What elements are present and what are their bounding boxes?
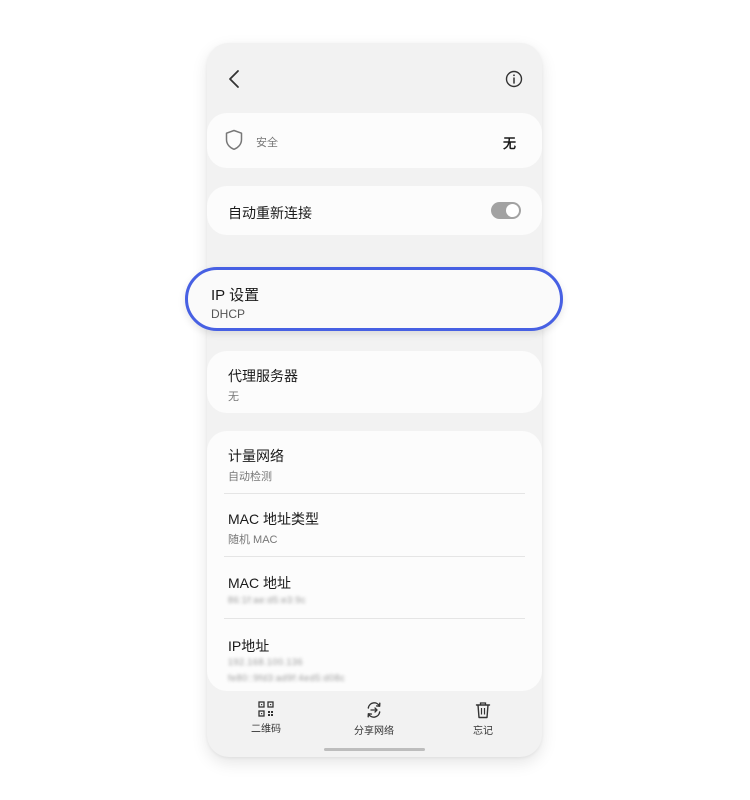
divider xyxy=(224,493,525,494)
ip-settings-title: IP 设置 xyxy=(211,287,260,304)
home-indicator xyxy=(324,748,425,751)
mac-address-title: MAC 地址 xyxy=(228,575,291,591)
auto-reconnect-row[interactable]: 自动重新连接 xyxy=(207,186,542,235)
info-button[interactable] xyxy=(502,67,526,91)
ip-address-v4: 192.168.100.136 xyxy=(228,657,304,667)
metered-title: 计量网络 xyxy=(228,448,284,464)
back-button[interactable] xyxy=(223,67,245,91)
chevron-left-icon xyxy=(229,70,239,88)
bottom-action-bar: 二维码 分享网络 忘记 xyxy=(207,693,542,757)
mac-type-value: 随机 MAC xyxy=(228,534,278,546)
forget-button[interactable]: 忘记 xyxy=(443,701,523,737)
auto-reconnect-label: 自动重新连接 xyxy=(228,205,312,221)
auto-reconnect-toggle[interactable] xyxy=(491,202,521,219)
security-value: 无 xyxy=(502,136,516,151)
mac-type-title: MAC 地址类型 xyxy=(228,511,319,527)
divider xyxy=(224,618,525,619)
toggle-knob xyxy=(506,204,519,217)
wifi-details-screen: 安全 无 自动重新连接 代理服务器 无 计量网络 自动检测 MAC 地址类型 随… xyxy=(207,43,542,757)
qr-code-button[interactable]: 二维码 xyxy=(226,701,306,735)
ip-settings-value: DHCP xyxy=(211,307,246,321)
network-details-card: 计量网络 自动检测 MAC 地址类型 随机 MAC MAC 地址 86:1f:a… xyxy=(207,431,542,691)
ip-address-v6: fe80::9fd3:ad9f:4ed5:d08c xyxy=(228,673,346,683)
security-row[interactable]: 安全 无 xyxy=(207,113,542,168)
share-network-label: 分享网络 xyxy=(354,726,394,737)
info-icon xyxy=(505,70,523,88)
proxy-title: 代理服务器 xyxy=(228,368,298,384)
shield-icon xyxy=(225,129,243,151)
security-label: 安全 xyxy=(256,137,278,149)
divider xyxy=(224,556,525,557)
proxy-value: 无 xyxy=(228,391,239,403)
ip-address-title: IP地址 xyxy=(228,638,270,654)
forget-label: 忘记 xyxy=(473,726,493,737)
qr-code-label: 二维码 xyxy=(251,724,281,735)
metered-value: 自动检测 xyxy=(228,471,272,483)
share-network-button[interactable]: 分享网络 xyxy=(334,701,414,737)
proxy-row[interactable]: 代理服务器 无 xyxy=(207,351,542,413)
share-icon xyxy=(367,702,381,718)
mac-address-value: 86:1f:ae:d5:e3:9c xyxy=(228,595,307,605)
trash-icon xyxy=(475,702,491,719)
ip-settings-row[interactable]: IP 设置 DHCP xyxy=(185,267,563,331)
qr-code-icon xyxy=(258,701,274,717)
